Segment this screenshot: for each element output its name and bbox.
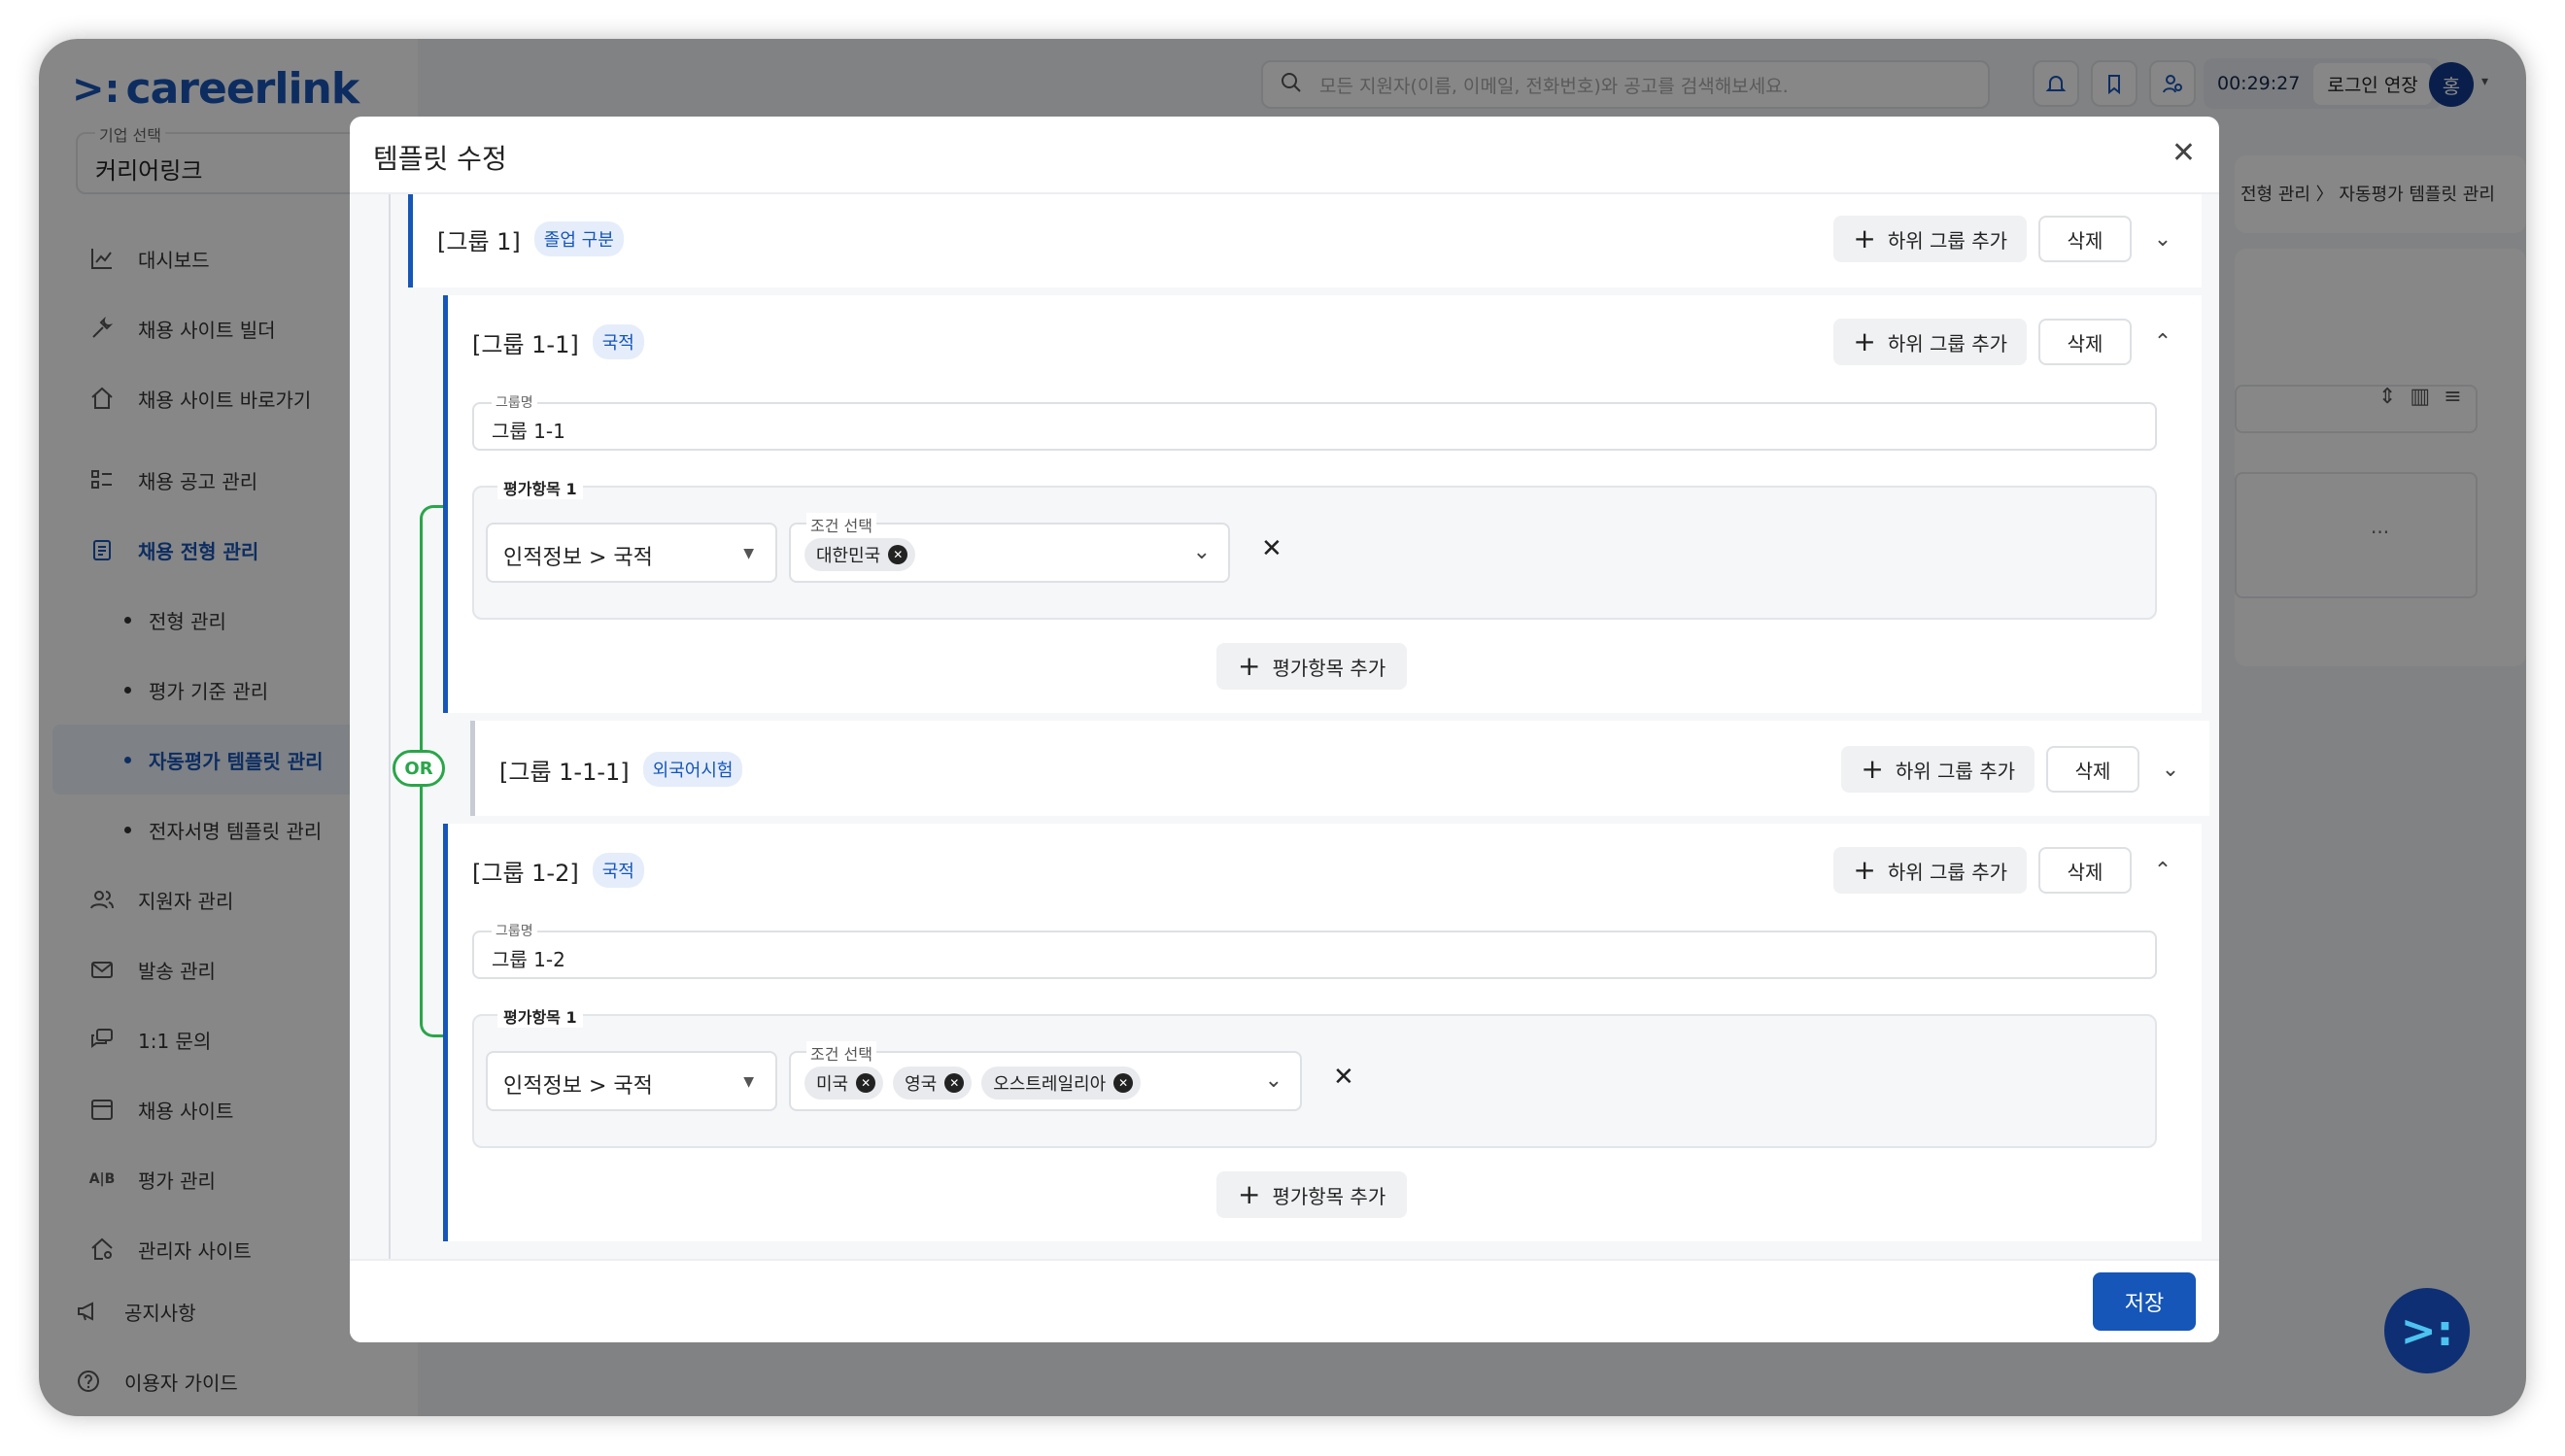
delete-button[interactable]: 삭제	[2046, 746, 2139, 793]
remove-chip-icon[interactable]: ✕	[1113, 1073, 1134, 1093]
group-1-1: [그룹 1-1] 국적 + 하위 그룹 추가 삭제 ⌃ 그룹명 그룹 1-1 평가…	[443, 295, 2202, 713]
modal-body: [그룹 1] 졸업 구분 + 하위 그룹 추가 삭제 ⌄ OR [그룹 1-1] …	[350, 194, 2219, 1259]
eval-item-box: 평가항목 1 인적정보 > 국적 ▼ 조건 선택 미국 ✕ 영국 ✕ 오스트레일리아…	[472, 1004, 2157, 1148]
group-name-field[interactable]: 그룹명 그룹 1-1	[472, 392, 2157, 451]
eval-item-label: 평가항목 1	[497, 1004, 583, 1028]
group-tag: 국적	[592, 324, 644, 359]
modal-footer: 저장	[350, 1259, 2219, 1342]
group-tag: 외국어시험	[642, 752, 743, 787]
save-button[interactable]: 저장	[2093, 1272, 2196, 1331]
remove-chip-icon[interactable]: ✕	[944, 1073, 965, 1093]
plus-icon: +	[1853, 325, 1876, 357]
add-subgroup-button[interactable]: + 하위 그룹 추가	[1833, 319, 2027, 365]
plus-icon: +	[1861, 753, 1884, 785]
delete-button[interactable]: 삭제	[2038, 847, 2132, 894]
condition-chip[interactable]: 미국 ✕	[804, 1067, 884, 1100]
category-select[interactable]: 인적정보 > 국적 ▼	[486, 523, 777, 583]
condition-chip[interactable]: 대한민국 ✕	[804, 538, 916, 571]
chevron-down-icon[interactable]: ⌄	[2143, 220, 2182, 258]
caret-down-icon: ▼	[743, 1074, 754, 1090]
plus-icon: +	[1853, 222, 1876, 254]
condition-select[interactable]: 조건 선택 대한민국 ✕ ⌄	[789, 513, 1230, 583]
chevron-up-icon[interactable]: ⌃	[2143, 851, 2182, 890]
caret-down-icon: ▼	[743, 546, 754, 561]
chevron-up-icon[interactable]: ⌃	[2143, 322, 2182, 361]
add-subgroup-button[interactable]: + 하위 그룹 추가	[1833, 216, 2027, 262]
chatbot-fab-icon[interactable]: >:	[2384, 1288, 2470, 1373]
group-title: [그룹 1-2]	[472, 859, 579, 887]
condition-select[interactable]: 조건 선택 미국 ✕ 영국 ✕ 오스트레일리아 ✕ ⌄	[789, 1041, 1302, 1111]
group-title: [그룹 1-1]	[472, 330, 579, 358]
modal-header: 템플릿 수정 ✕	[350, 117, 2219, 194]
plus-icon: +	[1853, 854, 1876, 886]
template-edit-modal: 템플릿 수정 ✕ [그룹 1] 졸업 구분 + 하위 그룹 추가 삭제 ⌄ OR…	[350, 117, 2219, 1342]
chevron-down-icon: ⌄	[1192, 540, 1211, 564]
add-eval-item-button[interactable]: + 평가항목 추가	[1216, 1171, 1408, 1218]
remove-item-icon[interactable]: ✕	[1261, 534, 1282, 563]
modal-title: 템플릿 수정	[373, 143, 507, 175]
group-tag: 졸업 구분	[533, 221, 624, 256]
group-1: [그룹 1] 졸업 구분 + 하위 그룹 추가 삭제 ⌄	[408, 194, 2202, 288]
remove-chip-icon[interactable]: ✕	[888, 545, 908, 564]
remove-item-icon[interactable]: ✕	[1333, 1063, 1354, 1092]
delete-button[interactable]: 삭제	[2038, 216, 2132, 262]
add-eval-item-button[interactable]: + 평가항목 추가	[1216, 643, 1408, 690]
group-title: [그룹 1]	[437, 227, 521, 255]
condition-chip[interactable]: 오스트레일리아 ✕	[981, 1067, 1142, 1100]
tree-line	[389, 194, 391, 1259]
group-name-field[interactable]: 그룹명 그룹 1-2	[472, 921, 2157, 979]
add-subgroup-button[interactable]: + 하위 그룹 추가	[1833, 847, 2027, 894]
plus-icon: +	[1238, 1178, 1261, 1210]
chevron-down-icon[interactable]: ⌄	[2151, 750, 2190, 789]
delete-button[interactable]: 삭제	[2038, 319, 2132, 365]
eval-item-label: 평가항목 1	[497, 476, 583, 499]
category-select[interactable]: 인적정보 > 국적 ▼	[486, 1051, 777, 1111]
group-1-1-1: [그룹 1-1-1] 외국어시험 + 하위 그룹 추가 삭제 ⌄	[470, 721, 2209, 816]
close-icon[interactable]: ✕	[2172, 136, 2196, 170]
remove-chip-icon[interactable]: ✕	[856, 1073, 876, 1093]
group-title: [그룹 1-1-1]	[499, 758, 630, 786]
or-badge[interactable]: OR	[393, 750, 445, 787]
plus-icon: +	[1238, 650, 1261, 682]
group-tag: 국적	[592, 853, 644, 888]
condition-chip[interactable]: 영국 ✕	[893, 1067, 973, 1100]
add-subgroup-button[interactable]: + 하위 그룹 추가	[1841, 746, 2035, 793]
app-frame: >: careerlink 기업 선택 커리어링크 대시보드 채용 사이트 빌더…	[39, 39, 2526, 1416]
chevron-down-icon: ⌄	[1264, 1068, 1282, 1093]
eval-item-box: 평가항목 1 인적정보 > 국적 ▼ 조건 선택 대한민국 ✕ ⌄ ✕	[472, 476, 2157, 620]
group-1-2: [그룹 1-2] 국적 + 하위 그룹 추가 삭제 ⌃ 그룹명 그룹 1-2 평가…	[443, 824, 2202, 1241]
